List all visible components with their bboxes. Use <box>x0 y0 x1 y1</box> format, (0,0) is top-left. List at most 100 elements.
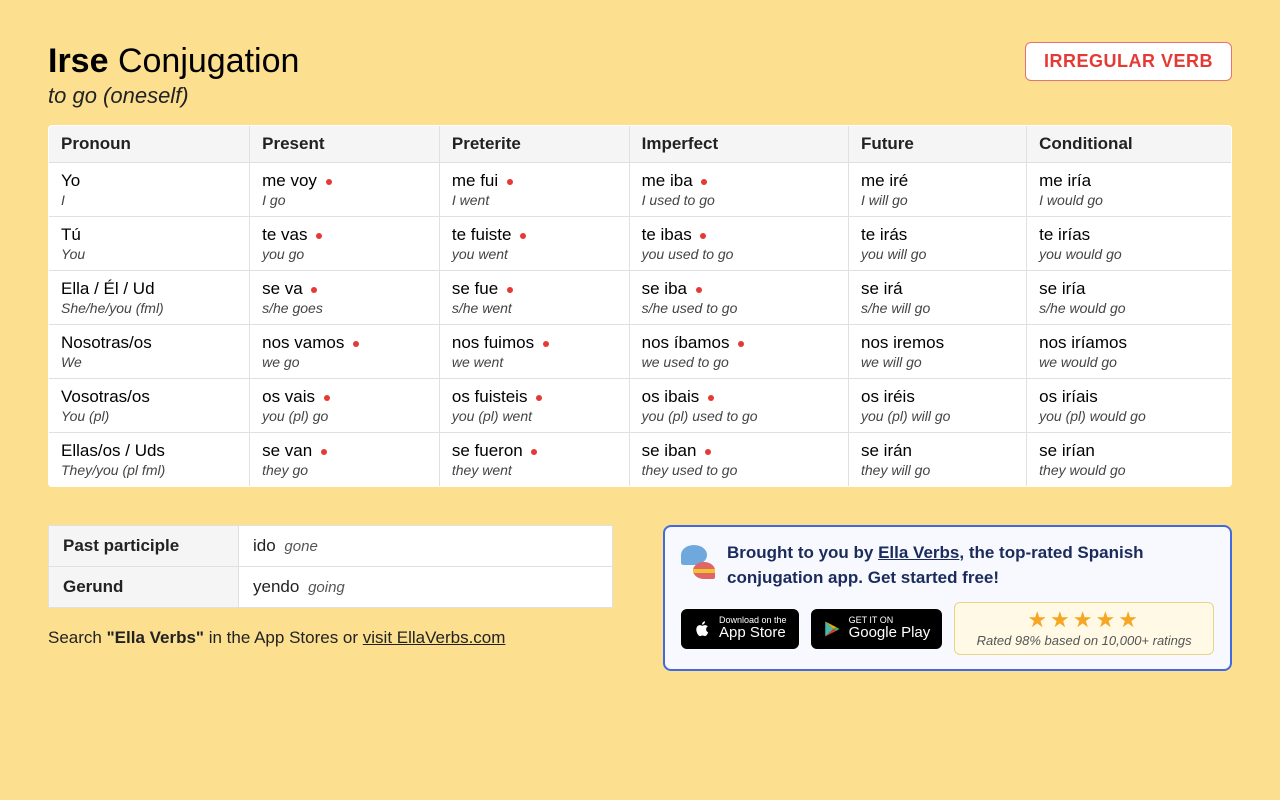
apple-icon <box>693 619 711 639</box>
gerund-en: going <box>308 579 345 596</box>
search-prefix: Search <box>48 628 107 647</box>
irregular-dot-icon <box>507 287 513 293</box>
column-header: Preterite <box>439 126 629 163</box>
irregular-dot-icon <box>708 395 714 401</box>
conjugation-cell: se van they go <box>250 433 440 487</box>
google-play-button[interactable]: GET IT ONGoogle Play <box>811 609 943 649</box>
rating-box: ★★★★★ Rated 98% based on 10,000+ ratings <box>954 602 1214 655</box>
irregular-dot-icon <box>536 395 542 401</box>
irregular-dot-icon <box>311 287 317 293</box>
conjugation-cell: se iba s/he used to go <box>629 271 848 325</box>
irregular-dot-icon <box>738 341 744 347</box>
rating-text: Rated 98% based on 10,000+ ratings <box>971 633 1197 648</box>
column-header: Future <box>848 126 1026 163</box>
past-participle-en: gone <box>284 538 317 555</box>
play-big: Google Play <box>849 625 931 642</box>
table-row: YoIme voy I gome fui I wentme iba I used… <box>49 163 1232 217</box>
search-middle: in the App Stores or <box>204 628 363 647</box>
conjugation-cell: se iban they used to go <box>629 433 848 487</box>
promo-text: Brought to you by Ella Verbs, the top-ra… <box>727 541 1214 590</box>
table-row: Ella / Él / UdShe/he/you (fml)se va s/he… <box>49 271 1232 325</box>
irregular-dot-icon <box>520 233 526 239</box>
pronoun-cell: Ellas/os / UdsThey/you (pl fml) <box>49 433 250 487</box>
irregular-dot-icon <box>321 449 327 455</box>
pronoun-cell: TúYou <box>49 217 250 271</box>
conjugation-cell: te ibas you used to go <box>629 217 848 271</box>
conjugation-cell: os vais you (pl) go <box>250 379 440 433</box>
conjugation-cell: se irán they will go <box>848 433 1026 487</box>
past-participle-label: Past participle <box>49 526 239 567</box>
conjugation-cell: me voy I go <box>250 163 440 217</box>
conjugation-cell: te irías you would go <box>1027 217 1232 271</box>
past-participle-value: ido gone <box>239 526 613 567</box>
column-header: Conditional <box>1027 126 1232 163</box>
conjugation-cell: se va s/he goes <box>250 271 440 325</box>
conjugation-cell: nos vamos we go <box>250 325 440 379</box>
pronoun-cell: YoI <box>49 163 250 217</box>
column-header: Present <box>250 126 440 163</box>
google-play-icon <box>823 620 841 638</box>
conjugation-cell: te fuiste you went <box>439 217 629 271</box>
conjugation-cell: me fui I went <box>439 163 629 217</box>
app-store-button[interactable]: Download on theApp Store <box>681 609 799 649</box>
conjugation-cell: os fuisteis you (pl) went <box>439 379 629 433</box>
irregular-dot-icon <box>696 287 702 293</box>
conjugation-cell: te vas you go <box>250 217 440 271</box>
conjugation-cell: nos íbamos we used to go <box>629 325 848 379</box>
ella-verbs-icon <box>681 545 715 579</box>
irregular-dot-icon <box>700 233 706 239</box>
promo-prefix: Brought to you by <box>727 543 878 562</box>
conjugation-cell: me iré I will go <box>848 163 1026 217</box>
verb-name: Irse <box>48 42 109 80</box>
irregular-dot-icon <box>531 449 537 455</box>
irregular-badge: IRREGULAR VERB <box>1025 42 1232 81</box>
irregular-dot-icon <box>353 341 359 347</box>
column-header: Imperfect <box>629 126 848 163</box>
conjugation-cell: os iríais you (pl) would go <box>1027 379 1232 433</box>
table-row: Ellas/os / UdsThey/you (pl fml)se van th… <box>49 433 1232 487</box>
conjugation-cell: nos fuimos we went <box>439 325 629 379</box>
irregular-dot-icon <box>326 179 332 185</box>
column-header: Pronoun <box>49 126 250 163</box>
table-row: TúYoute vas you gote fuiste you wentte i… <box>49 217 1232 271</box>
past-participle-es: ido <box>253 536 276 555</box>
irregular-dot-icon <box>324 395 330 401</box>
search-quoted: "Ella Verbs" <box>107 628 204 647</box>
search-line: Search "Ella Verbs" in the App Stores or… <box>48 628 613 648</box>
conjugation-cell: se fueron they went <box>439 433 629 487</box>
conjugation-cell: se irían they would go <box>1027 433 1232 487</box>
conjugation-table: PronounPresentPreteriteImperfectFutureCo… <box>48 125 1232 487</box>
irregular-dot-icon <box>507 179 513 185</box>
title-suffix: Conjugation <box>118 42 299 80</box>
verb-subtitle: to go (oneself) <box>48 83 299 109</box>
appstore-big: App Store <box>719 625 787 642</box>
conjugation-cell: os iréis you (pl) will go <box>848 379 1026 433</box>
gerund-es: yendo <box>253 577 299 596</box>
visit-link[interactable]: visit EllaVerbs.com <box>363 628 506 647</box>
stars-icon: ★★★★★ <box>971 609 1197 631</box>
table-row: Nosotras/osWenos vamos we gonos fuimos w… <box>49 325 1232 379</box>
table-row: Vosotras/osYou (pl)os vais you (pl) goos… <box>49 379 1232 433</box>
conjugation-cell: te irás you will go <box>848 217 1026 271</box>
irregular-dot-icon <box>705 449 711 455</box>
conjugation-cell: se irá s/he will go <box>848 271 1026 325</box>
page-title: Irse Conjugation <box>48 42 299 81</box>
conjugation-cell: nos iremos we will go <box>848 325 1026 379</box>
ella-verbs-link[interactable]: Ella Verbs <box>878 543 959 562</box>
pronoun-cell: Nosotras/osWe <box>49 325 250 379</box>
conjugation-cell: os ibais you (pl) used to go <box>629 379 848 433</box>
irregular-dot-icon <box>543 341 549 347</box>
promo-box: Brought to you by Ella Verbs, the top-ra… <box>663 525 1232 671</box>
pronoun-cell: Vosotras/osYou (pl) <box>49 379 250 433</box>
irregular-dot-icon <box>316 233 322 239</box>
pronoun-cell: Ella / Él / UdShe/he/you (fml) <box>49 271 250 325</box>
conjugation-cell: se fue s/he went <box>439 271 629 325</box>
gerund-value: yendo going <box>239 567 613 608</box>
gerund-label: Gerund <box>49 567 239 608</box>
forms-table: Past participle ido gone Gerund yendo go… <box>48 525 613 608</box>
conjugation-cell: nos iríamos we would go <box>1027 325 1232 379</box>
conjugation-cell: se iría s/he would go <box>1027 271 1232 325</box>
irregular-dot-icon <box>701 179 707 185</box>
conjugation-cell: me iba I used to go <box>629 163 848 217</box>
conjugation-cell: me iría I would go <box>1027 163 1232 217</box>
